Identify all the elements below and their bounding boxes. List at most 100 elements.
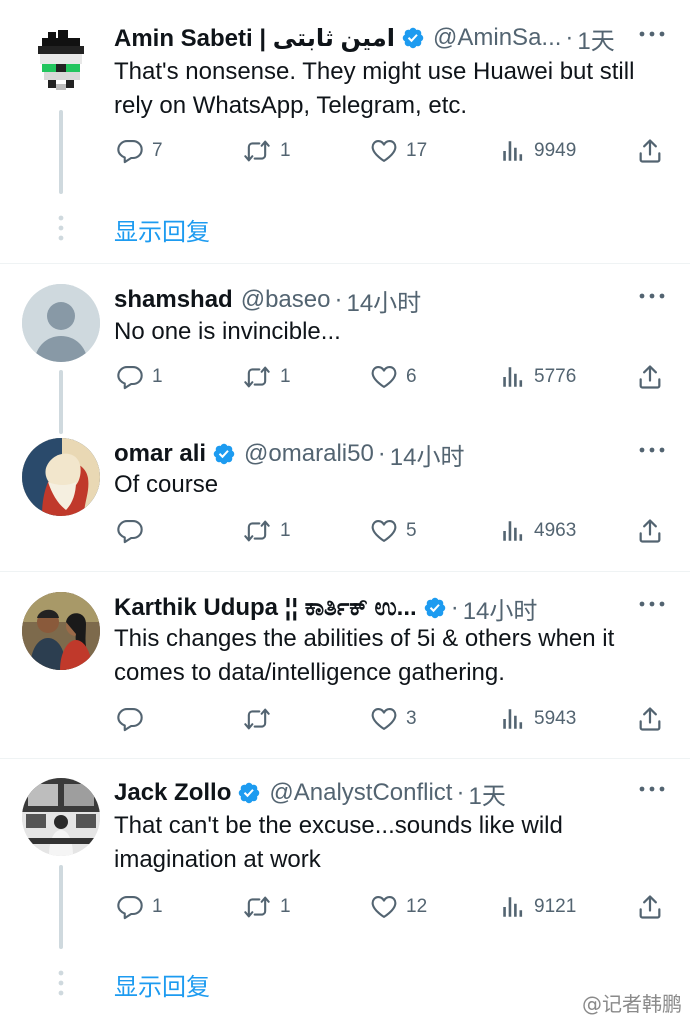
author-name[interactable]: omar ali bbox=[114, 440, 206, 468]
heart-icon bbox=[370, 517, 398, 545]
like-count: 12 bbox=[406, 896, 428, 917]
retweet-count: 1 bbox=[280, 896, 291, 917]
reply-button[interactable]: 7 bbox=[116, 136, 163, 166]
reply-icon bbox=[116, 137, 144, 165]
views-button[interactable]: 9949 bbox=[500, 136, 576, 166]
share-icon bbox=[636, 363, 664, 391]
more-options-icon[interactable] bbox=[638, 600, 666, 608]
author-name[interactable]: Karthik Udupa ¦¦ ಕಾರ್ತಿಕ್ ಉ... bbox=[114, 594, 417, 622]
tweet-text: This changes the abilities of 5i & other… bbox=[114, 625, 615, 686]
retweet-button[interactable]: 1 bbox=[242, 136, 291, 166]
retweet-count: 1 bbox=[280, 520, 291, 541]
separator-dot: · bbox=[377, 440, 386, 467]
timestamp[interactable]: 1天 bbox=[468, 776, 505, 811]
show-replies-label[interactable]: 显示回复 bbox=[114, 967, 210, 1002]
like-count: 5 bbox=[406, 520, 417, 541]
heart-icon bbox=[370, 363, 398, 391]
retweet-icon bbox=[242, 517, 272, 545]
avatar[interactable] bbox=[22, 284, 100, 362]
reply-button[interactable]: 1 bbox=[116, 892, 163, 922]
share-icon bbox=[636, 137, 664, 165]
share-button[interactable] bbox=[636, 704, 664, 734]
timestamp[interactable]: 14小时 bbox=[463, 591, 538, 626]
tweet-text: That's nonsense. They might use Huawei b… bbox=[114, 58, 635, 119]
author-handle[interactable]: @AnalystConflict bbox=[269, 779, 452, 807]
share-button[interactable] bbox=[636, 362, 664, 392]
tweet[interactable]: Jack Zollo @AnalystConflict · 1天 That ca… bbox=[0, 775, 690, 955]
author-name[interactable]: shamshad bbox=[114, 286, 233, 314]
like-count: 3 bbox=[406, 708, 417, 729]
timestamp[interactable]: 1天 bbox=[577, 21, 614, 56]
like-button[interactable]: 3 bbox=[370, 704, 417, 734]
views-chart-icon bbox=[500, 138, 526, 164]
more-options-icon[interactable] bbox=[638, 30, 666, 38]
avatar[interactable] bbox=[22, 592, 100, 670]
view-count: 5943 bbox=[534, 708, 577, 729]
share-button[interactable] bbox=[636, 516, 664, 546]
retweet-button[interactable]: 1 bbox=[242, 516, 291, 546]
tweet[interactable]: Karthik Udupa ¦¦ ಕಾರ್ತಿಕ್ ಉ... · 14小时 Th… bbox=[0, 590, 690, 740]
like-button[interactable]: 6 bbox=[370, 362, 417, 392]
pixel-face-avatar-icon bbox=[22, 24, 100, 102]
author-name[interactable]: Amin Sabeti | امین ثابتی bbox=[114, 24, 395, 53]
reply-count: 7 bbox=[152, 140, 163, 161]
reply-button[interactable]: 1 bbox=[116, 362, 163, 392]
more-options-icon[interactable] bbox=[638, 785, 666, 793]
like-button[interactable]: 17 bbox=[370, 136, 427, 166]
author-handle[interactable]: @omarali50 bbox=[244, 440, 374, 468]
view-count: 5776 bbox=[534, 366, 577, 387]
share-button[interactable] bbox=[636, 136, 664, 166]
more-options-icon[interactable] bbox=[638, 292, 666, 300]
tweet-header: Karthik Udupa ¦¦ ಕಾರ್ತಿಕ್ ಉ... · 14小时 bbox=[114, 590, 537, 626]
share-button[interactable] bbox=[636, 892, 664, 922]
author-handle[interactable]: @AminSa... bbox=[433, 24, 561, 52]
share-icon bbox=[636, 893, 664, 921]
tweet-header: Jack Zollo @AnalystConflict · 1天 bbox=[114, 775, 506, 811]
avatar[interactable] bbox=[22, 438, 100, 516]
thread-line bbox=[59, 110, 63, 194]
avatar[interactable] bbox=[22, 778, 100, 856]
reply-icon bbox=[116, 893, 144, 921]
reply-button[interactable] bbox=[116, 704, 152, 734]
retweet-button[interactable] bbox=[242, 704, 280, 734]
divider bbox=[0, 571, 690, 572]
like-button[interactable]: 12 bbox=[370, 892, 427, 922]
views-button[interactable]: 5943 bbox=[500, 704, 576, 734]
reply-icon bbox=[116, 705, 144, 733]
tweet-text: No one is invincible... bbox=[114, 318, 341, 345]
reply-button[interactable] bbox=[116, 516, 152, 546]
verified-badge-icon bbox=[401, 26, 425, 50]
action-bar: 7 1 17 9949 bbox=[114, 136, 674, 166]
views-button[interactable]: 5776 bbox=[500, 362, 576, 392]
separator-dot: · bbox=[456, 779, 465, 806]
show-replies-label[interactable]: 显示回复 bbox=[114, 212, 210, 247]
views-button[interactable]: 9121 bbox=[500, 892, 576, 922]
retweet-button[interactable]: 1 bbox=[242, 362, 291, 392]
views-button[interactable]: 4963 bbox=[500, 516, 576, 546]
heart-icon bbox=[370, 705, 398, 733]
reply-count: 1 bbox=[152, 896, 163, 917]
views-chart-icon bbox=[500, 706, 526, 732]
retweet-count: 1 bbox=[280, 140, 291, 161]
view-count: 4963 bbox=[534, 520, 577, 541]
retweet-button[interactable]: 1 bbox=[242, 892, 291, 922]
retweet-icon bbox=[242, 705, 272, 733]
heart-icon bbox=[370, 893, 398, 921]
more-options-icon[interactable] bbox=[638, 446, 666, 454]
tweet-header: omar ali @omarali50 · 14小时 bbox=[114, 436, 465, 472]
divider bbox=[0, 758, 690, 759]
tweet[interactable]: Amin Sabeti | امین ثابتی @AminSa... · 1天… bbox=[0, 20, 690, 200]
show-replies-link[interactable]: 显示回复 bbox=[0, 208, 690, 248]
couple-photo-avatar-icon bbox=[22, 592, 100, 670]
author-handle[interactable]: @baseo bbox=[241, 286, 331, 314]
divider bbox=[0, 263, 690, 264]
tweet[interactable]: omar ali @omarali50 · 14小时 Of course 1 5… bbox=[0, 436, 690, 556]
author-name[interactable]: Jack Zollo bbox=[114, 779, 231, 807]
retweet-icon bbox=[242, 363, 272, 391]
monitors-photo-avatar-icon bbox=[22, 778, 100, 856]
timestamp[interactable]: 14小时 bbox=[390, 437, 465, 472]
timestamp[interactable]: 14小时 bbox=[346, 283, 421, 318]
like-button[interactable]: 5 bbox=[370, 516, 417, 546]
tweet[interactable]: shamshad @baseo · 14小时 No one is invinci… bbox=[0, 282, 690, 434]
avatar[interactable] bbox=[22, 24, 100, 102]
